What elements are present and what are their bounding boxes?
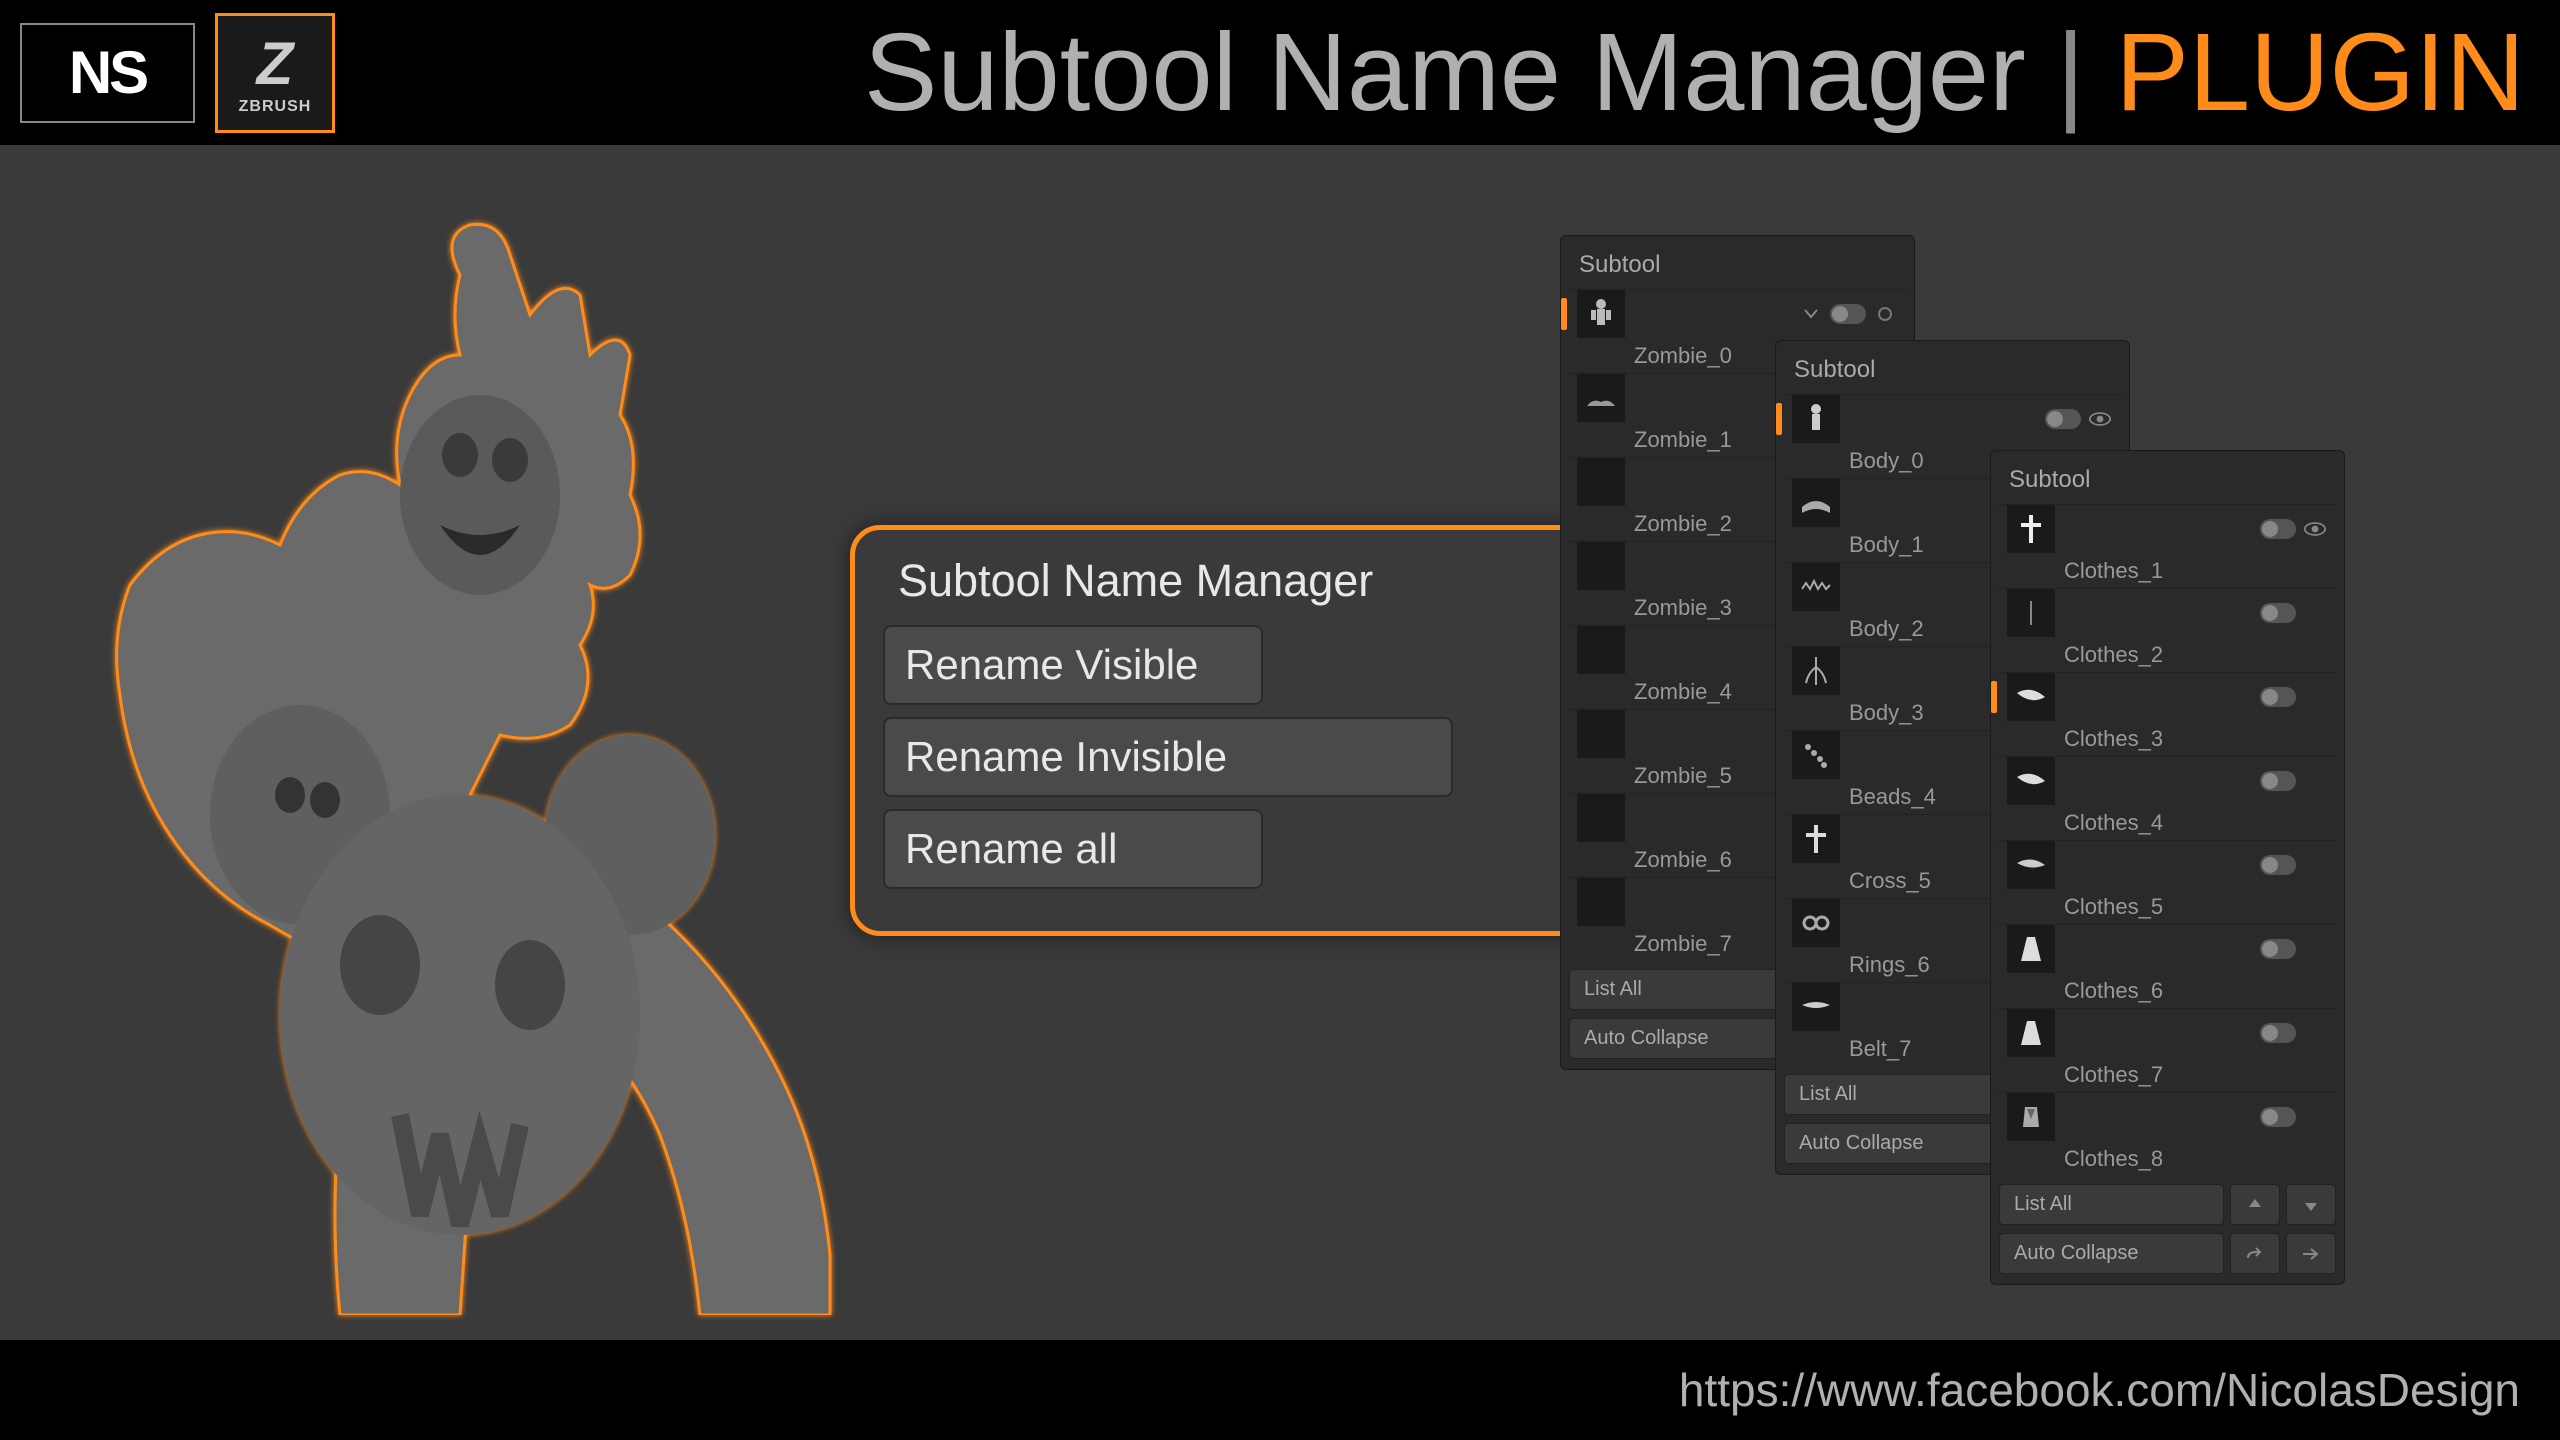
plugin-title: Subtool Name Manager [883,555,1632,607]
auto-collapse-button[interactable]: Auto Collapse [1999,1233,2224,1274]
subtool-thumb-icon [1577,878,1625,926]
visibility-toggle[interactable] [2260,939,2296,959]
plugin-dialog: Subtool Name Manager Rename Visible Rena… [850,525,1665,936]
subtool-row[interactable] [1784,394,2121,442]
arrow-down-icon[interactable] [2286,1184,2336,1225]
subtool-label: Clothes_8 [1999,1140,2336,1176]
title-plugin: PLUGIN [2115,11,2525,134]
eye-icon[interactable] [2304,602,2326,624]
visibility-toggle[interactable] [2260,855,2296,875]
subtool-thumb-icon [1792,395,1840,443]
polypaint-icon[interactable] [1874,303,1896,325]
subtool-row[interactable] [1999,924,2336,972]
list-all-button[interactable]: List All [1999,1184,2224,1225]
redo-icon[interactable] [2230,1233,2280,1274]
rename-visible-button[interactable]: Rename Visible [883,625,1263,705]
subtool-panel-3: Subtool Clothes_1 Clothes_2 Clothes_3 Cl… [1990,450,2345,1285]
chevron-down-icon[interactable] [1800,303,1822,325]
subtool-row[interactable] [1999,588,2336,636]
creature-model-icon [100,215,850,1315]
subtool-row[interactable] [1999,672,2336,720]
subtool-thumb-icon [1577,626,1625,674]
eye-icon[interactable] [2304,854,2326,876]
page-title: Subtool Name Manager | PLUGIN [335,9,2540,136]
visibility-toggle[interactable] [2260,771,2296,791]
page-footer: https://www.facebook.com/NicolasDesign [0,1340,2560,1440]
arrow-up-icon[interactable] [2230,1184,2280,1225]
subtool-thumb-icon [1792,563,1840,611]
eye-icon[interactable] [2089,408,2111,430]
subtool-thumb-icon [2007,841,2055,889]
subtool-thumb-icon [2007,505,2055,553]
eye-icon[interactable] [2304,518,2326,540]
panel-header: Subtool [1784,351,2121,394]
subtool-label: Clothes_1 [1999,552,2336,588]
panel-header: Subtool [1569,246,1906,289]
visibility-toggle[interactable] [2260,603,2296,623]
ns-logo: NS [20,23,195,123]
subtool-thumb-icon [1792,647,1840,695]
subtool-row[interactable] [1569,289,1906,337]
footer-link: https://www.facebook.com/NicolasDesign [1679,1363,2520,1417]
subtool-label: Clothes_6 [1999,972,2336,1008]
model-viewport [0,165,950,1340]
subtool-thumb-icon [1577,374,1625,422]
subtool-thumb-icon [1792,983,1840,1031]
subtool-row[interactable] [1999,504,2336,552]
subtool-thumb-icon [1577,458,1625,506]
visibility-toggle[interactable] [2045,409,2081,429]
subtool-label: Clothes_4 [1999,804,2336,840]
eye-icon[interactable] [2304,770,2326,792]
zbrush-logo: Z ZBRUSH [215,13,335,133]
subtool-thumb-icon [2007,925,2055,973]
auto-collapse-button[interactable]: Auto Collapse [1569,1018,1794,1059]
subtool-thumb-icon [1792,899,1840,947]
subtool-row[interactable] [1999,1008,2336,1056]
list-all-button[interactable]: List All [1784,1074,2009,1115]
main-area: Subtool Name Manager Rename Visible Rena… [0,145,2560,1340]
visibility-toggle[interactable] [2260,519,2296,539]
visibility-toggle[interactable] [1830,304,1866,324]
subtool-thumb-icon [2007,1009,2055,1057]
subtool-thumb-icon [1792,479,1840,527]
title-divider: | [2026,11,2116,134]
subtool-thumb-icon [1792,815,1840,863]
panel-header: Subtool [1999,461,2336,504]
zbrush-label: ZBRUSH [239,98,312,116]
visibility-toggle[interactable] [2260,1107,2296,1127]
subtool-thumb-icon [1792,731,1840,779]
subtool-thumb-icon [1577,710,1625,758]
forward-icon[interactable] [2286,1233,2336,1274]
subtool-row[interactable] [1999,1092,2336,1140]
subtool-thumb-icon [1577,290,1625,338]
visibility-toggle[interactable] [2260,1023,2296,1043]
subtool-label: Clothes_5 [1999,888,2336,924]
subtool-thumb-icon [2007,757,2055,805]
subtool-row[interactable] [1999,756,2336,804]
subtool-thumb-icon [2007,589,2055,637]
eye-icon[interactable] [2304,1106,2326,1128]
header-bar: NS Z ZBRUSH Subtool Name Manager | PLUGI… [0,0,2560,145]
visibility-toggle[interactable] [2260,687,2296,707]
subtool-thumb-icon [1577,542,1625,590]
subtool-row[interactable] [1999,840,2336,888]
title-main: Subtool Name Manager [864,11,2026,134]
list-all-button[interactable]: List All [1569,969,1794,1010]
zbrush-z-icon: Z [257,29,294,98]
rename-all-button[interactable]: Rename all [883,809,1263,889]
eye-icon[interactable] [2304,686,2326,708]
eye-icon[interactable] [2304,938,2326,960]
subtool-label: Clothes_2 [1999,636,2336,672]
subtool-label: Clothes_3 [1999,720,2336,756]
rename-invisible-button[interactable]: Rename Invisible [883,717,1453,797]
subtool-label: Clothes_7 [1999,1056,2336,1092]
auto-collapse-button[interactable]: Auto Collapse [1784,1123,2009,1164]
subtool-thumb-icon [2007,1093,2055,1141]
eye-icon[interactable] [2304,1022,2326,1044]
subtool-thumb-icon [1577,794,1625,842]
subtool-thumb-icon [2007,673,2055,721]
subtool-controls [1625,303,1906,325]
